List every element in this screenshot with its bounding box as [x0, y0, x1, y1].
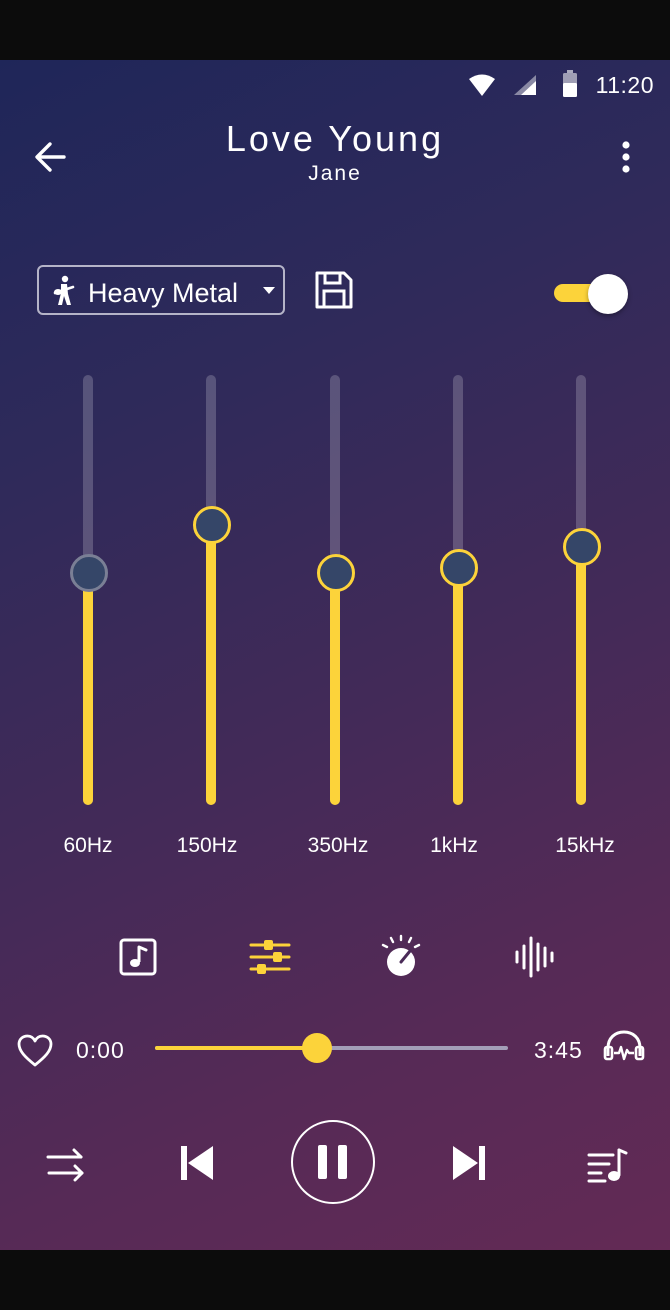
- preset-label: Heavy Metal: [88, 278, 239, 308]
- speed-dial-icon[interactable]: [379, 934, 423, 978]
- band-slider-350hz[interactable]: [305, 375, 365, 805]
- band-level-fill: [83, 573, 93, 805]
- band-knob[interactable]: [563, 528, 601, 566]
- band-level-fill: [206, 525, 216, 805]
- band-level-fill: [576, 547, 586, 805]
- more-options-icon[interactable]: [617, 140, 635, 176]
- repeat-icon[interactable]: [45, 1146, 85, 1182]
- artist-name: Jane: [308, 162, 362, 185]
- band-level-fill: [330, 573, 340, 805]
- equalizer-screen: 11:20 Love Young Jane Heavy Metal 60Hz 1…: [0, 60, 670, 1250]
- band-slider-1khz[interactable]: [428, 375, 488, 805]
- music-note-icon[interactable]: [119, 938, 157, 976]
- toggle-knob: [588, 274, 628, 314]
- sound-wave-icon[interactable]: [514, 936, 554, 978]
- band-knob[interactable]: [440, 549, 478, 587]
- band-label-15khz: 15kHz: [555, 834, 615, 857]
- guitarist-icon: [53, 275, 75, 305]
- pause-icon: [318, 1145, 347, 1179]
- progress-bar[interactable]: [155, 1033, 508, 1063]
- pause-button[interactable]: [291, 1120, 375, 1204]
- cell-signal-icon: [514, 75, 536, 95]
- progress-fill: [155, 1046, 318, 1050]
- dropdown-caret-icon: [263, 287, 275, 294]
- previous-track-icon[interactable]: [180, 1145, 214, 1181]
- band-label-1khz: 1kHz: [430, 834, 478, 857]
- status-bar: 11:20: [0, 60, 670, 110]
- band-slider-60hz[interactable]: [58, 375, 118, 805]
- playlist-icon[interactable]: [587, 1145, 629, 1183]
- band-label-350hz: 350Hz: [307, 834, 369, 857]
- elapsed-time: 0:00: [76, 1037, 125, 1063]
- preset-dropdown[interactable]: Heavy Metal: [37, 265, 285, 315]
- band-label-150hz: 150Hz: [176, 834, 238, 857]
- headphones-audio-icon[interactable]: [603, 1030, 645, 1064]
- song-title: Love Young: [225, 118, 445, 159]
- band-knob[interactable]: [70, 554, 108, 592]
- band-knob[interactable]: [193, 506, 231, 544]
- band-knob[interactable]: [317, 554, 355, 592]
- band-level-fill: [453, 568, 463, 805]
- battery-icon: [563, 70, 577, 97]
- band-slider-150hz[interactable]: [181, 375, 241, 805]
- wifi-icon: [469, 74, 495, 96]
- status-time: 11:20: [595, 72, 654, 98]
- total-duration: 3:45: [534, 1037, 583, 1063]
- next-track-icon[interactable]: [452, 1145, 486, 1181]
- progress-knob[interactable]: [302, 1033, 333, 1063]
- save-preset-icon[interactable]: [313, 269, 355, 311]
- equalizer-toggle[interactable]: [552, 272, 632, 316]
- band-slider-15khz[interactable]: [551, 375, 611, 805]
- heart-icon[interactable]: [17, 1034, 53, 1068]
- band-label-60hz: 60Hz: [63, 834, 113, 857]
- equalizer-sliders-icon[interactable]: [249, 938, 291, 976]
